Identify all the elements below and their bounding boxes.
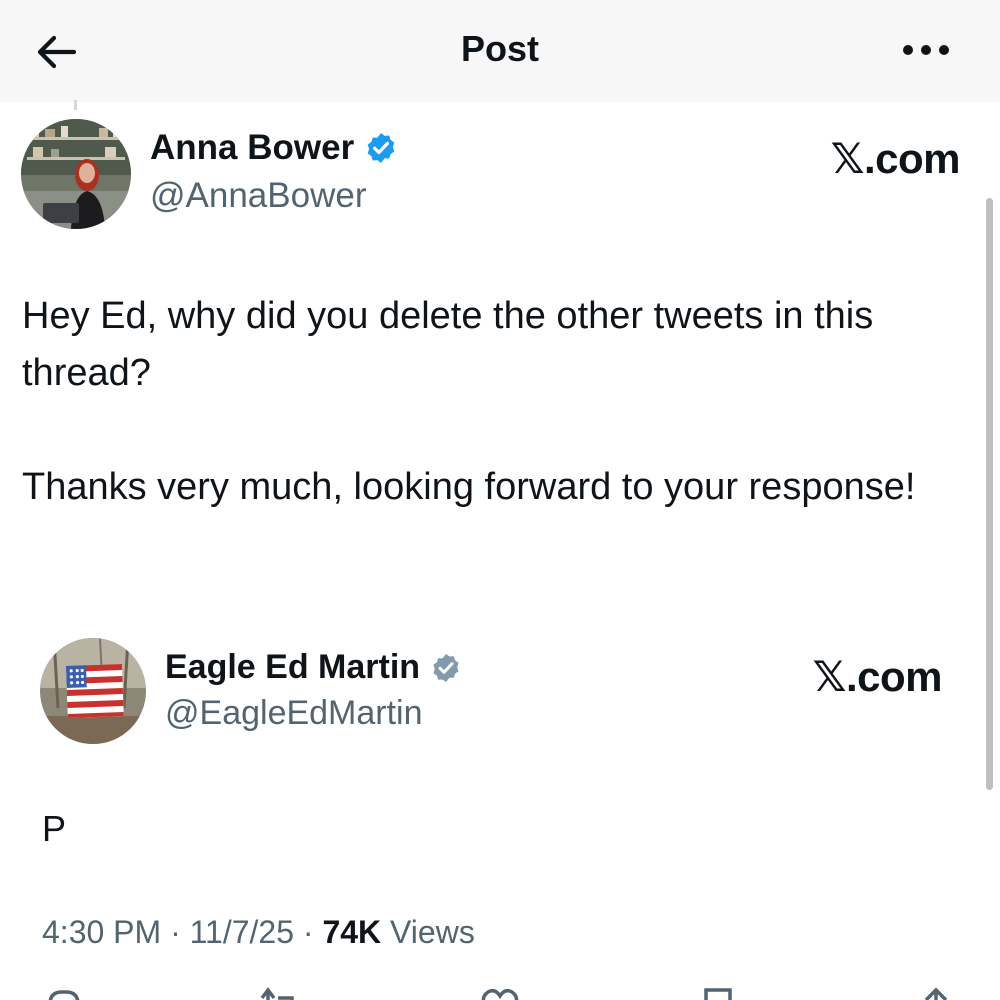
like-icon[interactable] [480,986,520,1000]
page-title: Post [460,28,539,69]
post-detail-screen: Post Anna Bower @AnnaBower 𝕏.com Hey Ed,… [0,0,1000,1000]
repost-icon[interactable] [258,986,302,1000]
post-time[interactable]: 4:30 PM [42,914,161,950]
more-options-button[interactable] [900,30,952,70]
author-avatar[interactable] [21,119,131,229]
author-handle[interactable]: @AnnaBower [150,176,366,216]
post-paragraph: Hey Ed, why did you delete the other twe… [22,295,874,394]
avatar-image [21,119,131,229]
quoted-author-avatar[interactable] [40,638,146,744]
quoted-author-name[interactable]: Eagle Ed Martin [165,648,462,687]
author-name-text: Anna Bower [150,128,355,167]
verified-badge-icon [367,133,395,163]
scrollbar[interactable] [986,198,993,790]
xcom-watermark: 𝕏.com [830,135,961,182]
views-count: 74K [322,914,382,950]
post-action-bar [0,982,1000,1000]
thread-connector-line [74,100,77,110]
avatar-image [40,638,146,744]
verified-badge-icon [433,653,459,682]
quoted-author-handle[interactable]: @EagleEdMartin [165,694,423,733]
views-label: Views [390,914,475,950]
reply-icon[interactable] [44,986,84,1000]
quoted-post-text: P [42,808,67,849]
post-metadata: 4:30 PM · 11/7/25 · 74K Views [42,914,475,951]
post-date[interactable]: 11/7/25 [190,914,294,950]
share-icon[interactable] [918,986,954,1000]
quoted-author-name-text: Eagle Ed Martin [165,648,421,686]
separator: · [294,914,323,950]
post-body: Hey Ed, why did you delete the other twe… [22,288,972,516]
bookmark-icon[interactable] [700,986,736,1000]
post-paragraph: Thanks very much, looking forward to you… [22,466,916,508]
more-horizontal-icon [903,45,949,55]
top-navigation-bar: Post [0,0,1000,102]
author-name[interactable]: Anna Bower [150,128,398,168]
separator: · [161,914,190,950]
xcom-watermark: 𝕏.com [812,653,943,700]
